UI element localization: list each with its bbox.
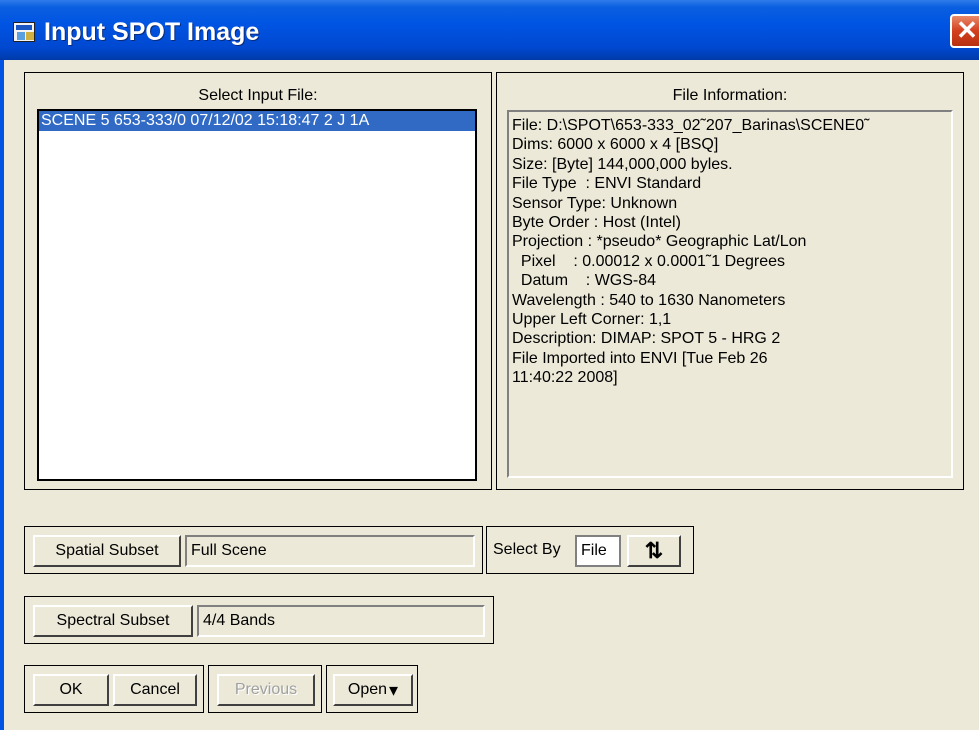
app-icon	[13, 22, 35, 42]
open-group: Open ▾	[326, 665, 418, 713]
info-line: Pixel : 0.00012 x 0.0001˜1 Degrees	[512, 252, 786, 270]
spectral-subset-button[interactable]: Spectral Subset	[33, 605, 193, 637]
info-line: 11:40:22 2008]	[512, 369, 618, 387]
spatial-subset-button[interactable]: Spatial Subset	[33, 535, 181, 567]
info-line: Upper Left Corner: 1,1	[512, 311, 672, 329]
dialog-body: Select Input File: SCENE 5 653-333/0 07/…	[0, 60, 979, 730]
input-file-title: Select Input File:	[198, 87, 318, 104]
file-info-panel: File Information: File: D:\SPOT\653-333_…	[496, 72, 964, 490]
info-line: Sensor Type: Unknown	[512, 194, 678, 212]
dialog-window: Input SPOT Image ✕ Select Input File: SC…	[0, 0, 979, 730]
close-button[interactable]: ✕	[950, 14, 979, 48]
sort-toggle-icon[interactable]: ⇅	[627, 535, 681, 567]
file-info-text[interactable]: File: D:\SPOT\653-333_02˜207_Barinas\SCE…	[507, 110, 953, 478]
spatial-subset-group: Spatial Subset Full Scene	[24, 526, 483, 574]
info-line: Datum : WGS-84	[512, 272, 657, 290]
info-line: Wavelength : 540 to 1630 Nanometers	[512, 291, 786, 309]
select-by-group: Select By File ⇅	[486, 526, 694, 574]
spectral-subset-field: 4/4 Bands	[197, 605, 485, 637]
select-by-field[interactable]: File	[575, 535, 621, 567]
info-line: Byte Order : Host (Intel)	[512, 214, 681, 232]
previous-group: Previous	[208, 665, 322, 713]
info-line: File Type : ENVI Standard	[512, 175, 702, 193]
info-line: Dims: 6000 x 6000 x 4 [BSQ]	[512, 136, 719, 154]
open-label: Open	[347, 681, 388, 698]
chevron-down-icon: ▾	[389, 679, 399, 700]
file-info-title: File Information:	[672, 87, 788, 104]
info-line: Projection : *pseudo* Geographic Lat/Lon	[512, 233, 807, 251]
spectral-subset-group: Spectral Subset 4/4 Bands	[24, 596, 494, 644]
info-line: File Imported into ENVI [Tue Feb 26	[512, 349, 768, 367]
open-menu-button[interactable]: Open ▾	[333, 674, 413, 706]
info-line: Description: DIMAP: SPOT 5 - HRG 2	[512, 330, 781, 348]
cancel-button[interactable]: Cancel	[113, 674, 197, 706]
info-line: Size: [Byte] 144,000,000 byles.	[512, 155, 733, 173]
ok-button[interactable]: OK	[33, 674, 109, 706]
previous-button[interactable]: Previous	[217, 674, 315, 706]
list-item[interactable]: SCENE 5 653-333/0 07/12/02 15:18:47 2 J …	[39, 111, 475, 131]
input-file-panel: Select Input File: SCENE 5 653-333/0 07/…	[24, 72, 492, 490]
input-file-list[interactable]: SCENE 5 653-333/0 07/12/02 15:18:47 2 J …	[37, 109, 477, 481]
window-title: Input SPOT Image	[44, 18, 260, 46]
spatial-subset-field: Full Scene	[185, 535, 475, 567]
info-line: File: D:\SPOT\653-333_02˜207_Barinas\SCE…	[512, 117, 870, 134]
ok-cancel-group: OK Cancel	[24, 665, 204, 713]
select-by-label: Select By	[493, 541, 561, 558]
title-bar[interactable]: Input SPOT Image ✕	[0, 0, 979, 60]
